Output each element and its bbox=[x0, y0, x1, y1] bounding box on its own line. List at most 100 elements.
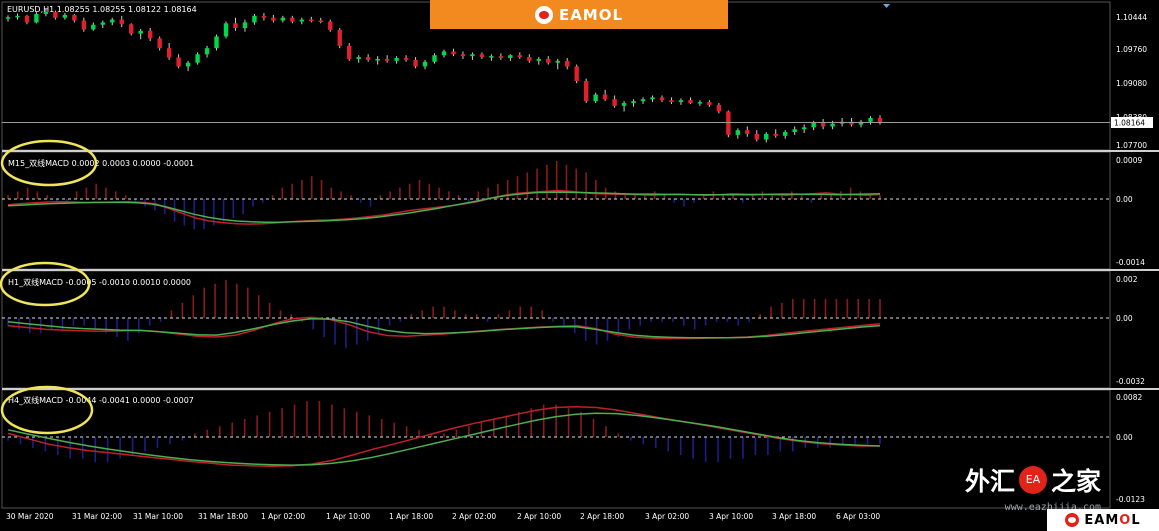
price-tick: 1.09760 bbox=[1116, 45, 1147, 54]
h1-histogram bbox=[7, 280, 881, 349]
time-tick: 2 Apr 10:00 bbox=[517, 512, 561, 521]
candle-body bbox=[290, 17, 295, 22]
corner-brand-part: O bbox=[1119, 512, 1132, 528]
time-tick: 3 Apr 10:00 bbox=[709, 512, 753, 521]
corner-brand-text: EAMOL bbox=[1084, 513, 1140, 528]
candle-body bbox=[764, 133, 769, 140]
price-tick: 1.10444 bbox=[1116, 13, 1147, 22]
candle-body bbox=[100, 22, 105, 25]
candle-body bbox=[375, 58, 380, 61]
candle-body bbox=[185, 62, 191, 67]
corner-brand-part: L bbox=[1131, 512, 1141, 528]
highlight-ellipse-h4 bbox=[0, 385, 94, 435]
candle-body bbox=[451, 51, 456, 55]
candle-body bbox=[716, 104, 722, 112]
candle-body bbox=[489, 56, 494, 58]
candle-body bbox=[129, 24, 134, 34]
price-axis[interactable]: 1.10444 1.09760 1.09080 1.08380 1.07700 … bbox=[1111, 13, 1153, 150]
candle-body bbox=[669, 100, 674, 103]
candle-body bbox=[384, 58, 390, 61]
candle-body bbox=[119, 19, 124, 25]
candle-body bbox=[365, 57, 371, 60]
candle-body bbox=[707, 102, 712, 105]
candle-body bbox=[252, 15, 257, 23]
time-axis[interactable]: 30 Mar 2020 31 Mar 02:00 31 Mar 10:00 31… bbox=[6, 512, 880, 521]
h1-indicator-label: H1_双线MACD -0.0005 -0.0010 0.0010 0.0000 bbox=[8, 277, 191, 287]
shift-marker-icon[interactable] bbox=[883, 4, 890, 8]
candle-body bbox=[726, 111, 731, 135]
candle-body bbox=[394, 58, 399, 61]
candle-body bbox=[233, 23, 238, 29]
candle-body bbox=[62, 14, 68, 18]
candle-body bbox=[403, 58, 409, 60]
watermark-text-left: 外汇 bbox=[964, 467, 1015, 496]
candle-body bbox=[347, 45, 352, 59]
time-tick: 31 Mar 10:00 bbox=[133, 512, 183, 521]
time-tick: 6 Apr 03:00 bbox=[836, 512, 880, 521]
time-tick: 31 Mar 18:00 bbox=[198, 512, 248, 521]
h1-panel-frame bbox=[1, 270, 1111, 389]
candle-body bbox=[309, 19, 314, 22]
corner-brand-part: EAM bbox=[1084, 512, 1120, 528]
candle-body bbox=[166, 48, 172, 58]
candle-body bbox=[15, 15, 20, 18]
candle-body bbox=[830, 123, 835, 127]
h4-tick: 0.00 bbox=[1116, 433, 1133, 442]
candle-body bbox=[110, 19, 115, 23]
candle-body bbox=[5, 17, 11, 19]
candle-body bbox=[640, 99, 646, 102]
h1-tick: 0.002 bbox=[1116, 275, 1138, 284]
candle-body bbox=[565, 60, 570, 67]
candle-body bbox=[356, 57, 361, 59]
current-price-value: 1.08164 bbox=[1114, 119, 1145, 128]
candle-body bbox=[157, 38, 162, 49]
candle-body bbox=[413, 59, 418, 67]
time-tick: 1 Apr 18:00 bbox=[389, 512, 433, 521]
candle-body bbox=[688, 100, 693, 104]
price-tick: 1.09080 bbox=[1116, 79, 1147, 88]
corner-logo-icon bbox=[1065, 513, 1080, 527]
candle-body bbox=[602, 94, 608, 100]
candle-body bbox=[422, 61, 428, 67]
candle-body bbox=[868, 118, 873, 122]
time-tick: 3 Apr 02:00 bbox=[645, 512, 689, 521]
top-brand-banner[interactable]: EAMOL bbox=[430, 0, 728, 29]
candle-body bbox=[517, 55, 523, 58]
m15-signal-line bbox=[7, 191, 881, 223]
candle-body bbox=[555, 60, 560, 63]
h4-tick: -0.0123 bbox=[1116, 495, 1145, 504]
time-tick: 1 Apr 10:00 bbox=[326, 512, 370, 521]
candle-body bbox=[631, 101, 636, 104]
h1-tick: -0.0032 bbox=[1116, 377, 1145, 386]
candle-body bbox=[470, 54, 475, 57]
candle-body bbox=[745, 130, 750, 134]
time-tick: 3 Apr 18:00 bbox=[772, 512, 816, 521]
candle-body bbox=[612, 99, 617, 106]
candle-body bbox=[754, 133, 759, 140]
m15-tick: 0.00 bbox=[1116, 195, 1133, 204]
candle-body bbox=[659, 97, 665, 101]
candle-body bbox=[72, 14, 77, 21]
candle-body bbox=[441, 51, 447, 56]
time-tick: 31 Mar 02:00 bbox=[72, 512, 122, 521]
candle-body bbox=[479, 54, 485, 58]
candle-body bbox=[811, 122, 816, 128]
corner-brand-logo: EAMOL bbox=[1047, 509, 1159, 531]
banner-brand-text: EAMOL bbox=[558, 5, 624, 24]
candle-body bbox=[204, 48, 210, 55]
candle-body bbox=[735, 130, 741, 135]
watermark: 外汇 EA 之家 bbox=[965, 462, 1101, 498]
candle-body bbox=[678, 100, 684, 103]
candle-body bbox=[81, 20, 87, 30]
candle-body bbox=[877, 118, 883, 123]
candle-body bbox=[91, 24, 96, 30]
candle-body bbox=[328, 21, 333, 30]
chart-canvas: EURUSD,H1 1.08255 1.08255 1.08122 1.0816… bbox=[0, 1, 1159, 521]
eamol-logo-icon bbox=[534, 5, 553, 24]
candle-body bbox=[801, 127, 807, 130]
candle-body bbox=[773, 133, 778, 136]
candle-body bbox=[138, 30, 143, 34]
candle-body bbox=[242, 22, 248, 29]
time-tick: 1 Apr 02:00 bbox=[261, 512, 305, 521]
candle-body bbox=[574, 66, 579, 81]
